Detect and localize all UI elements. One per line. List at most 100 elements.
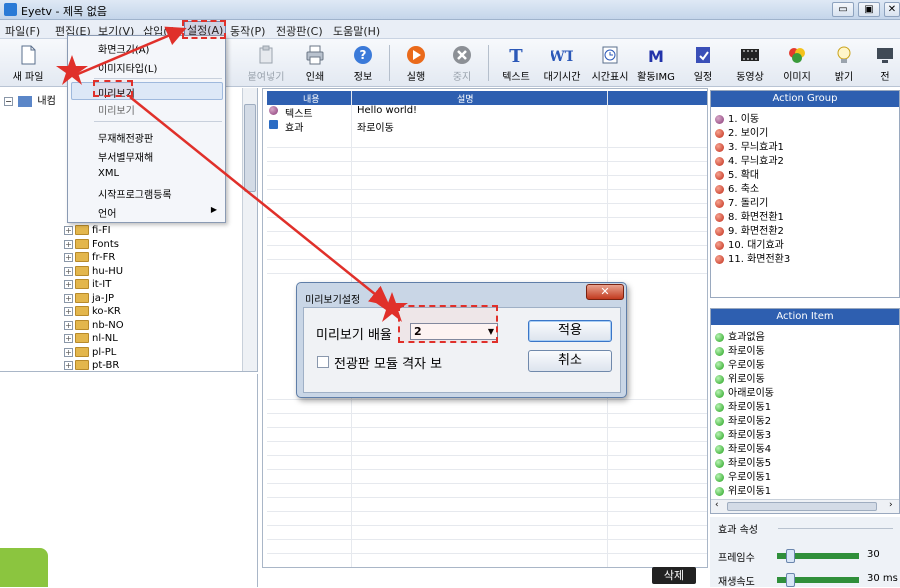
computer-icon: [18, 95, 33, 107]
run-button[interactable]: 실행: [394, 42, 438, 84]
list-item[interactable]: 6. 축소: [715, 180, 759, 195]
slider-knob[interactable]: [786, 549, 795, 563]
list-item[interactable]: 좌로이동3: [715, 426, 771, 441]
delete-button[interactable]: 삭제: [652, 567, 696, 584]
menu-item-language[interactable]: 언어: [98, 205, 116, 220]
list-item[interactable]: 5. 확대: [715, 166, 759, 181]
tree-item-fr-fr[interactable]: + fr-FR: [64, 252, 115, 265]
grid-checkbox[interactable]: [317, 356, 329, 368]
info-button[interactable]: ? 정보: [341, 42, 385, 84]
new-file-button[interactable]: 새 파일: [6, 42, 50, 84]
close-window-button[interactable]: ✕: [884, 2, 900, 17]
menu-item-preview-2[interactable]: 미리보기: [98, 102, 135, 117]
expand-icon[interactable]: +: [64, 239, 73, 249]
speed-slider[interactable]: [777, 573, 859, 587]
list-item[interactable]: 4. 무늬효과2: [715, 152, 784, 167]
menu-item-xml[interactable]: XML: [98, 168, 119, 179]
expand-icon[interactable]: +: [64, 225, 73, 235]
grid-row[interactable]: 효과 좌로이동: [269, 119, 394, 134]
maximize-button[interactable]: ▣: [858, 2, 880, 17]
apply-button[interactable]: 적용: [528, 320, 612, 342]
tree-item-pt-br[interactable]: + pt-BR: [64, 360, 119, 371]
brightness-button[interactable]: 밝기: [822, 42, 866, 84]
expand-icon[interactable]: +: [64, 347, 73, 357]
bullet-icon: [715, 226, 724, 236]
expand-icon[interactable]: +: [64, 266, 73, 276]
menu-file[interactable]: 파일(F): [5, 23, 40, 39]
list-item[interactable]: 위로이동: [715, 370, 765, 385]
tree-item-ko-kr[interactable]: + ko-KR: [64, 306, 121, 319]
list-item[interactable]: 2. 보이기: [715, 124, 768, 139]
collapse-icon[interactable]: −: [4, 97, 13, 106]
list-item[interactable]: 우로이동: [715, 356, 765, 371]
print-button[interactable]: 인쇄: [293, 42, 337, 84]
expand-icon[interactable]: +: [64, 333, 73, 343]
list-item[interactable]: 11. 화면전환3: [715, 250, 790, 265]
scroll-thumb[interactable]: [244, 104, 256, 192]
action-group-panel: Action Group 1. 이동 2. 보이기 3. 무늬효과1 4. 무늬…: [710, 90, 900, 298]
list-item[interactable]: 8. 화면전환1: [715, 208, 784, 223]
horizontal-scrollbar[interactable]: ‹ ›: [711, 499, 899, 513]
video-button[interactable]: 동영상: [728, 42, 772, 84]
frames-slider[interactable]: [777, 549, 859, 563]
list-item[interactable]: 좌로이동1: [715, 398, 771, 413]
list-item[interactable]: 3. 무늬효과1: [715, 138, 784, 153]
grid-checkbox-label: 전광판 모듈 격자 보: [334, 357, 443, 372]
monitor-icon: [877, 48, 893, 63]
tree-item-fonts[interactable]: + Fonts: [64, 239, 119, 252]
menu-item-startup[interactable]: 시작프로그램등록: [98, 186, 172, 201]
list-item[interactable]: 좌로이동2: [715, 412, 771, 427]
expand-icon[interactable]: +: [64, 320, 73, 330]
text-button[interactable]: T 텍스트: [494, 42, 538, 84]
svg-text:M: M: [648, 47, 664, 66]
menu-item-image-type[interactable]: 이미지타입(L): [98, 60, 157, 75]
menu-action[interactable]: 동작(P): [230, 23, 265, 39]
list-item[interactable]: 좌로이동: [715, 342, 765, 357]
dialog-close-button[interactable]: ✕: [586, 284, 624, 300]
expand-icon[interactable]: +: [64, 279, 73, 289]
minimize-button[interactable]: ▭: [832, 2, 854, 17]
list-item[interactable]: 우로이동1: [715, 468, 771, 483]
scroll-left-icon[interactable]: ‹: [715, 500, 719, 510]
menu-billboard[interactable]: 전광판(C): [276, 23, 323, 39]
list-item[interactable]: 9. 화면전환2: [715, 222, 784, 237]
time-display-button[interactable]: 시간표시: [588, 42, 632, 84]
wait-time-button[interactable]: WT 대기시간: [540, 42, 584, 84]
tree-item-pl-pl[interactable]: + pl-PL: [64, 347, 116, 360]
list-item[interactable]: 7. 돌리기: [715, 194, 768, 209]
tree-item-nb-no[interactable]: + nb-NO: [64, 320, 124, 333]
list-item[interactable]: 1. 이동: [715, 110, 759, 125]
list-item[interactable]: 좌로이동4: [715, 440, 771, 455]
tree-item-ja-jp[interactable]: + ja-JP: [64, 293, 114, 306]
tree-item-nl-nl[interactable]: + nl-NL: [64, 333, 118, 346]
menu-item-no-accident-board[interactable]: 무재해전광판: [98, 130, 153, 145]
stop-button[interactable]: 중지: [440, 42, 484, 84]
tree-scrollbar[interactable]: [242, 88, 257, 371]
expand-icon[interactable]: +: [64, 306, 73, 316]
tree-item-it-it[interactable]: + it-IT: [64, 279, 111, 292]
menu-item-dept-no-accident[interactable]: 부서별무재해: [98, 149, 153, 164]
list-item[interactable]: 좌로이동5: [715, 454, 771, 469]
tree-root[interactable]: − 내컴: [4, 92, 56, 107]
tree-item-hu-hu[interactable]: + hu-HU: [64, 266, 123, 279]
cancel-button[interactable]: 취소: [528, 350, 612, 372]
list-item[interactable]: 10. 대기효과: [715, 236, 784, 251]
list-item[interactable]: 위로이동1: [715, 482, 771, 497]
expand-icon[interactable]: +: [64, 360, 73, 370]
expand-icon[interactable]: +: [64, 252, 73, 262]
slider-knob[interactable]: [786, 573, 795, 587]
next-toolbar-button[interactable]: 전: [870, 42, 900, 84]
tree-item-fi-fi[interactable]: + fi-FI: [64, 225, 111, 238]
list-item[interactable]: 아래로이동: [715, 384, 774, 399]
scroll-right-icon[interactable]: ›: [889, 500, 893, 510]
image-button[interactable]: 이미지: [775, 42, 819, 84]
paste-button[interactable]: 붙여넣기: [244, 42, 288, 84]
schedule-button[interactable]: 일정: [681, 42, 725, 84]
menu-item-screen-size[interactable]: 화면크기(A): [98, 41, 149, 56]
menu-help[interactable]: 도움말(H): [333, 23, 380, 39]
grid-row[interactable]: 텍스트 Hello world!: [269, 105, 417, 120]
scroll-thumb[interactable]: [727, 502, 877, 511]
expand-icon[interactable]: +: [64, 293, 73, 303]
activity-img-button[interactable]: M 활동IMG: [634, 42, 678, 84]
list-item[interactable]: 효과없음: [715, 328, 765, 343]
